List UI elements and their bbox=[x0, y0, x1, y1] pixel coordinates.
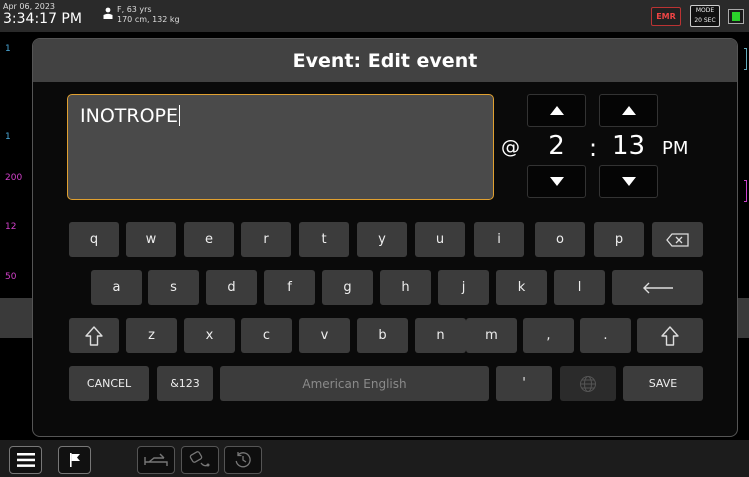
cancel-button[interactable]: CANCEL bbox=[69, 366, 149, 401]
key-g[interactable]: g bbox=[322, 270, 373, 305]
ampm-label[interactable]: PM bbox=[662, 138, 688, 159]
key-comma[interactable]: , bbox=[523, 318, 574, 353]
key-p[interactable]: p bbox=[594, 222, 644, 257]
menu-icon bbox=[16, 453, 35, 467]
flag-icon bbox=[69, 453, 80, 467]
key-i[interactable]: i bbox=[474, 222, 524, 257]
key-s[interactable]: s bbox=[148, 270, 199, 305]
key-period[interactable]: . bbox=[580, 318, 631, 353]
space-key[interactable]: American English bbox=[220, 366, 489, 401]
arrow-down-icon bbox=[549, 177, 564, 186]
minute-value[interactable]: 13 bbox=[599, 131, 658, 161]
bed-icon bbox=[144, 453, 168, 466]
battery-icon bbox=[728, 9, 744, 24]
bg-bracket-mid bbox=[744, 180, 747, 202]
key-z[interactable]: z bbox=[126, 318, 177, 353]
key-j[interactable]: j bbox=[438, 270, 489, 305]
key-t[interactable]: t bbox=[299, 222, 349, 257]
key-d[interactable]: d bbox=[206, 270, 257, 305]
hour-down-button[interactable] bbox=[527, 165, 586, 198]
bg-value-4: 12 bbox=[5, 222, 17, 232]
globe-icon bbox=[580, 375, 596, 392]
pump-icon bbox=[189, 451, 210, 467]
apostrophe-key[interactable]: ' bbox=[496, 366, 552, 401]
bg-value-5: 50 bbox=[5, 272, 17, 282]
mode-indicator[interactable]: MODE 20 SEC bbox=[690, 5, 720, 27]
edit-event-dialog: Event: Edit event INOTROPE @ 2 : 13 PM q… bbox=[32, 38, 738, 437]
bottom-toolbar bbox=[0, 440, 749, 477]
shift-key-right[interactable] bbox=[637, 318, 703, 353]
hour-value[interactable]: 2 bbox=[527, 131, 586, 161]
at-symbol: @ bbox=[501, 136, 520, 158]
bg-value-3: 200 bbox=[5, 173, 23, 183]
mode-label: MODE bbox=[695, 7, 715, 14]
bed-button[interactable] bbox=[137, 446, 175, 474]
key-k[interactable]: k bbox=[496, 270, 547, 305]
key-l[interactable]: l bbox=[554, 270, 605, 305]
key-r[interactable]: r bbox=[241, 222, 291, 257]
key-x[interactable]: x bbox=[184, 318, 235, 353]
arrow-up-icon bbox=[621, 106, 636, 115]
key-v[interactable]: v bbox=[299, 318, 350, 353]
dialog-header: Event: Edit event bbox=[33, 39, 737, 82]
key-q[interactable]: q bbox=[69, 222, 119, 257]
emr-button[interactable]: EMR bbox=[651, 7, 681, 26]
pump-button[interactable] bbox=[181, 446, 219, 474]
key-f[interactable]: f bbox=[264, 270, 315, 305]
status-time: 3:34:17 PM bbox=[3, 11, 82, 27]
event-text-input[interactable]: INOTROPE bbox=[67, 94, 494, 200]
key-h[interactable]: h bbox=[380, 270, 431, 305]
symbols-key[interactable]: &123 bbox=[157, 366, 213, 401]
key-u[interactable]: u bbox=[415, 222, 465, 257]
enter-icon bbox=[642, 282, 673, 293]
patient-summary[interactable]: F, 63 yrs bbox=[117, 5, 152, 14]
arrow-down-icon bbox=[621, 177, 636, 186]
time-separator: : bbox=[589, 134, 598, 162]
minute-up-button[interactable] bbox=[599, 94, 658, 127]
history-icon bbox=[235, 452, 251, 468]
hour-up-button[interactable] bbox=[527, 94, 586, 127]
minute-down-button[interactable] bbox=[599, 165, 658, 198]
status-date: Apr 06, 2023 bbox=[3, 2, 56, 11]
bg-bracket-top bbox=[744, 48, 747, 70]
arrow-up-icon bbox=[549, 106, 564, 115]
shift-icon bbox=[85, 325, 103, 346]
key-a[interactable]: a bbox=[91, 270, 142, 305]
key-e[interactable]: e bbox=[184, 222, 234, 257]
key-o[interactable]: o bbox=[535, 222, 585, 257]
bg-value-2: 1 bbox=[5, 132, 11, 142]
backspace-icon bbox=[665, 232, 689, 247]
bg-value-1: 1 bbox=[5, 44, 11, 54]
key-c[interactable]: c bbox=[241, 318, 292, 353]
text-caret bbox=[179, 105, 180, 126]
backspace-key[interactable] bbox=[652, 222, 703, 257]
key-n[interactable]: n bbox=[415, 318, 466, 353]
status-bar: Apr 06, 2023 3:34:17 PM F, 63 yrs 170 cm… bbox=[0, 0, 749, 32]
event-text: INOTROPE bbox=[80, 105, 178, 127]
language-key[interactable] bbox=[560, 366, 616, 401]
dialog-title: Event: Edit event bbox=[292, 49, 478, 72]
history-button[interactable] bbox=[224, 446, 262, 474]
shift-icon bbox=[661, 325, 679, 346]
key-w[interactable]: w bbox=[126, 222, 176, 257]
key-y[interactable]: y bbox=[357, 222, 407, 257]
enter-key[interactable] bbox=[612, 270, 703, 305]
key-b[interactable]: b bbox=[357, 318, 408, 353]
key-m[interactable]: m bbox=[466, 318, 517, 353]
flag-button[interactable] bbox=[58, 446, 91, 474]
save-button[interactable]: SAVE bbox=[623, 366, 703, 401]
shift-key-left[interactable] bbox=[69, 318, 119, 353]
user-icon bbox=[103, 7, 113, 19]
patient-body[interactable]: 170 cm, 132 kg bbox=[117, 15, 180, 24]
menu-button[interactable] bbox=[9, 446, 42, 474]
mode-value: 20 SEC bbox=[694, 17, 716, 24]
